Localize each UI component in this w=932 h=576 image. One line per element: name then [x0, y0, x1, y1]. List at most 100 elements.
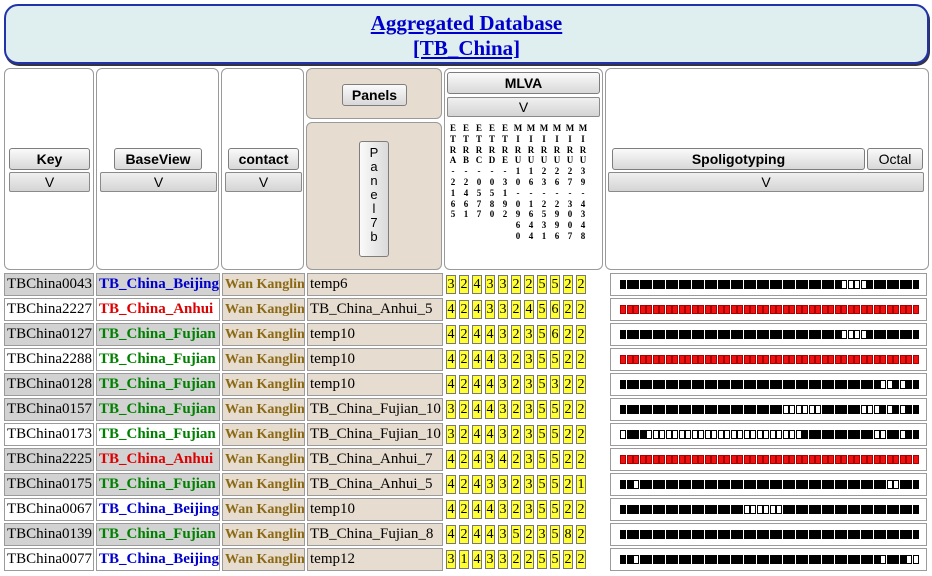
mlva-value: 2 [563, 425, 573, 444]
table-row[interactable]: TBChina0139 TB_China_Fujian Wan Kanglin TB_… [4, 523, 929, 546]
table-row[interactable]: TBChina2225 TB_China_Anhui Wan Kanglin TB_C… [4, 448, 929, 471]
spacer-square [672, 280, 678, 289]
spacer-square [646, 405, 652, 414]
mlva-value: 3 [498, 550, 508, 569]
spacer-square [789, 405, 795, 414]
spacer-square [763, 430, 769, 439]
spacer-square [912, 505, 919, 514]
mlva-value: 2 [563, 400, 573, 419]
spacer-square [646, 530, 652, 539]
key-cell[interactable]: TBChina0127 [4, 323, 94, 346]
mlva-value: 4 [446, 475, 456, 494]
spoligotyping-order-button[interactable]: V [608, 172, 924, 192]
table-row[interactable]: TBChina2288 TB_China_Fujian Wan Kanglin tem… [4, 348, 929, 371]
mlva-button[interactable]: MLVA [447, 72, 600, 94]
baseview-cell[interactable]: TB_China_Fujian [96, 323, 220, 346]
key-cell[interactable]: TBChina2288 [4, 348, 94, 371]
baseview-cell[interactable]: TB_China_Anhui [96, 298, 220, 321]
table-row[interactable]: TBChina0175 TB_China_Fujian Wan Kanglin TB_… [4, 473, 929, 496]
key-cell[interactable]: TBChina0043 [4, 273, 94, 296]
table-row[interactable]: TBChina0043 TB_China_Beijing Wan Kanglin te… [4, 273, 929, 296]
table-row[interactable]: TBChina0128 TB_China_Fujian Wan Kanglin tem… [4, 373, 929, 396]
mlva-column-label: ETRA-2165 [449, 123, 457, 220]
spacer-square [678, 555, 685, 564]
key-cell[interactable]: TBChina0139 [4, 523, 94, 546]
table-row[interactable]: TBChina2227 TB_China_Anhui Wan Kanglin TB_C… [4, 298, 929, 321]
mlva-value: 5 [537, 350, 547, 369]
spacer-square [639, 505, 646, 514]
spacer-square [782, 480, 789, 489]
panels-button[interactable]: Panels [342, 84, 407, 106]
spacer-square [834, 330, 841, 339]
spacer-square [672, 555, 678, 564]
key-cell[interactable]: TBChina0173 [4, 423, 94, 446]
database-name-link[interactable]: [TB_China] [6, 36, 927, 61]
spacer-square [704, 505, 711, 514]
baseview-cell[interactable]: TB_China_Beijing [96, 498, 220, 521]
key-cell[interactable]: TBChina2225 [4, 448, 94, 471]
spacer-square [789, 380, 795, 389]
key-sort-button[interactable]: Key [9, 148, 90, 170]
spoligotype-pattern [610, 498, 927, 521]
spacer-square [906, 530, 912, 539]
mlva-value: 1 [459, 550, 469, 569]
baseview-cell[interactable]: TB_China_Fujian [96, 398, 220, 421]
mlva-column-label: ETRB-2461 [462, 123, 470, 220]
panel7b-button[interactable]: Panel7b [359, 141, 389, 257]
table-row[interactable]: TBChina0077 TB_China_Beijing Wan Kanglin te… [4, 548, 929, 571]
key-cell[interactable]: TBChina0157 [4, 398, 94, 421]
table-row[interactable]: TBChina0067 TB_China_Beijing Wan Kanglin te… [4, 498, 929, 521]
spacer-square [873, 355, 880, 364]
contact-sort-button[interactable]: contact [228, 148, 299, 170]
spacer-square [782, 530, 789, 539]
spacer-square [743, 355, 750, 364]
spacer-square [646, 330, 652, 339]
spacer-square [678, 405, 685, 414]
spacer-square [711, 530, 717, 539]
spacer-square [704, 480, 711, 489]
spacer-square [776, 405, 782, 414]
key-cell[interactable]: TBChina0175 [4, 473, 94, 496]
spacer-square [776, 530, 782, 539]
baseview-cell[interactable]: TB_China_Fujian [96, 373, 220, 396]
key-cell[interactable]: TBChina0128 [4, 373, 94, 396]
key-cell[interactable]: TBChina0077 [4, 548, 94, 571]
baseview-cell[interactable]: TB_China_Fujian [96, 423, 220, 446]
spacer-square [867, 405, 873, 414]
spacer-square [685, 505, 691, 514]
key-order-button[interactable]: V [9, 172, 90, 192]
key-header: Key V [4, 68, 94, 270]
baseview-cell[interactable]: TB_China_Fujian [96, 523, 220, 546]
spacer-square [828, 355, 834, 364]
table-row[interactable]: TBChina0157 TB_China_Fujian Wan Kanglin TB_… [4, 398, 929, 421]
mlva-value: 5 [550, 450, 560, 469]
mlva-order-button[interactable]: V [447, 97, 600, 117]
baseview-cell[interactable]: TB_China_Beijing [96, 273, 220, 296]
mlva-value: 3 [498, 525, 508, 544]
database-title-link[interactable]: Aggregated Database [6, 11, 927, 36]
spacer-square [802, 305, 808, 314]
spacer-square [815, 405, 821, 414]
spacer-square [646, 280, 652, 289]
table-row[interactable]: TBChina0127 TB_China_Fujian Wan Kanglin tem… [4, 323, 929, 346]
baseview-cell[interactable]: TB_China_Beijing [96, 548, 220, 571]
baseview-cell[interactable]: TB_China_Fujian [96, 348, 220, 371]
mlva-value: 2 [576, 400, 586, 419]
baseview-cell[interactable]: TB_China_Fujian [96, 473, 220, 496]
spacer-square [841, 530, 847, 539]
spacer-square [652, 555, 659, 564]
key-cell[interactable]: TBChina0067 [4, 498, 94, 521]
table-row[interactable]: TBChina0173 TB_China_Fujian Wan Kanglin TB_… [4, 423, 929, 446]
mlva-value: 4 [485, 525, 495, 544]
spacer-square [737, 555, 743, 564]
spoligotyping-sort-button[interactable]: Spoligotyping [612, 148, 865, 170]
contact-order-button[interactable]: V [225, 172, 302, 192]
baseview-cell[interactable]: TB_China_Anhui [96, 448, 220, 471]
octal-button[interactable]: Octal [867, 148, 923, 170]
spacer-square [828, 455, 834, 464]
baseview-order-button[interactable]: V [100, 172, 217, 192]
spacer-square [899, 380, 906, 389]
key-cell[interactable]: TBChina2227 [4, 298, 94, 321]
baseview-sort-button[interactable]: BaseView [114, 148, 202, 170]
spacer-square [659, 280, 665, 289]
